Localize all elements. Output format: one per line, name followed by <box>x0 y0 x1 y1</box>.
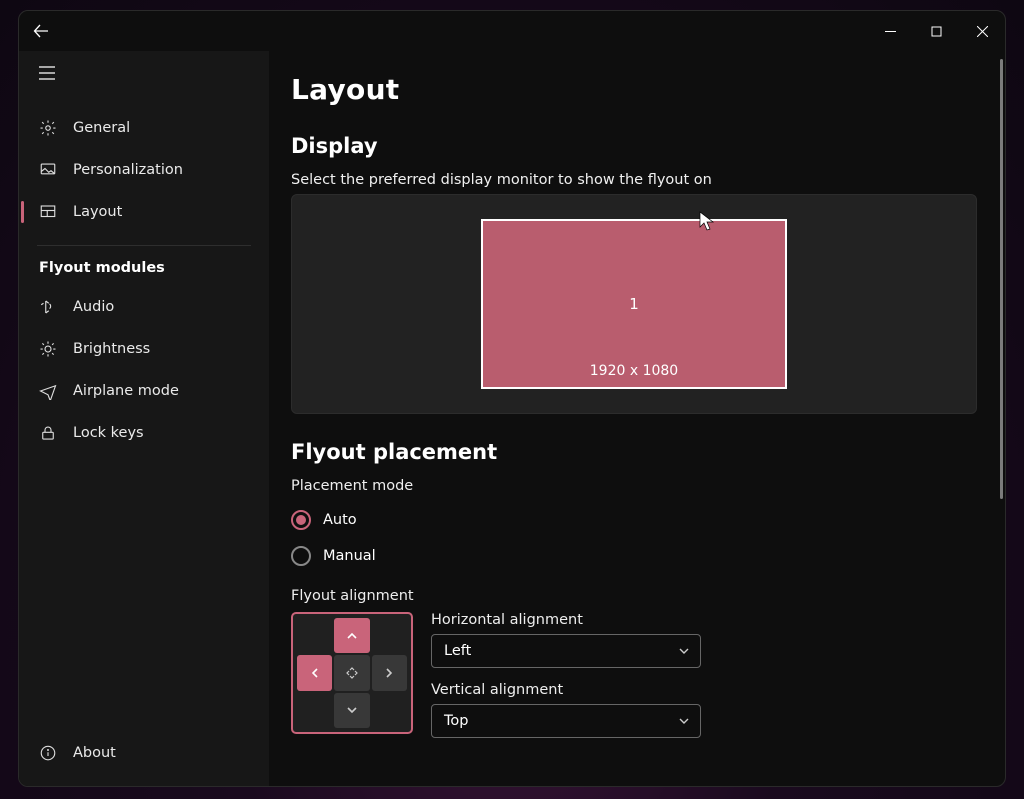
align-center-button[interactable] <box>334 655 369 690</box>
align-right-button[interactable] <box>372 655 407 690</box>
vertical-align-label: Vertical alignment <box>431 682 701 698</box>
radio-indicator <box>291 510 311 530</box>
align-up-button[interactable] <box>334 618 369 653</box>
sidebar-item-personalization[interactable]: Personalization <box>19 149 269 191</box>
align-down-button[interactable] <box>334 693 369 728</box>
scrollbar[interactable] <box>997 55 1003 782</box>
sidebar-item-audio[interactable]: Audio <box>19 286 269 328</box>
back-button[interactable] <box>33 23 49 39</box>
sidebar-item-general[interactable]: General <box>19 107 269 149</box>
info-icon <box>39 744 57 762</box>
radio-indicator <box>291 546 311 566</box>
monitor-tile[interactable]: 1 1920 x 1080 <box>481 219 787 389</box>
sidebar-item-label: Lock keys <box>73 425 144 441</box>
sidebar-item-about[interactable]: About <box>19 732 269 774</box>
horizontal-align-label: Horizontal alignment <box>431 612 701 628</box>
sidebar-item-label: Audio <box>73 299 114 315</box>
select-value: Left <box>444 643 471 659</box>
monitor-number: 1 <box>629 295 639 313</box>
vertical-align-select[interactable]: Top <box>431 704 701 738</box>
sidebar-item-lock-keys[interactable]: Lock keys <box>19 412 269 454</box>
display-section-title: Display <box>291 134 977 158</box>
personalization-icon <box>39 161 57 179</box>
display-preview-box: 1 1920 x 1080 <box>291 194 977 414</box>
alignment-pad <box>291 612 413 734</box>
audio-icon <box>39 298 57 316</box>
page-title: Layout <box>291 73 977 106</box>
close-button[interactable] <box>959 11 1005 51</box>
sidebar-item-label: Airplane mode <box>73 383 179 399</box>
gear-icon <box>39 119 57 137</box>
chevron-down-icon <box>678 715 690 727</box>
placement-mode-label: Placement mode <box>291 478 977 494</box>
minimize-button[interactable] <box>867 11 913 51</box>
placement-section-title: Flyout placement <box>291 440 977 464</box>
sidebar-item-label: Layout <box>73 204 122 220</box>
sidebar-item-label: Personalization <box>73 162 183 178</box>
sidebar-item-label: Brightness <box>73 341 150 357</box>
nav-toggle-button[interactable] <box>19 53 269 93</box>
scrollbar-thumb[interactable] <box>1000 59 1003 499</box>
airplane-icon <box>39 382 57 400</box>
app-window: General Personalization Layout Flyout mo… <box>18 10 1006 787</box>
sidebar-section-header: Flyout modules <box>19 260 269 286</box>
display-section-subtitle: Select the preferred display monitor to … <box>291 172 977 188</box>
maximize-button[interactable] <box>913 11 959 51</box>
align-left-button[interactable] <box>297 655 332 690</box>
sidebar-item-brightness[interactable]: Brightness <box>19 328 269 370</box>
horizontal-align-select[interactable]: Left <box>431 634 701 668</box>
sidebar: General Personalization Layout Flyout mo… <box>19 51 269 786</box>
flyout-alignment-label: Flyout alignment <box>291 588 977 604</box>
content-area: Layout Display Select the preferred disp… <box>269 51 1005 786</box>
radio-label: Auto <box>323 512 357 528</box>
radio-label: Manual <box>323 548 376 564</box>
radio-manual[interactable]: Manual <box>291 538 977 574</box>
sidebar-item-airplane-mode[interactable]: Airplane mode <box>19 370 269 412</box>
select-value: Top <box>444 713 468 729</box>
sidebar-item-label: General <box>73 120 130 136</box>
sidebar-item-layout[interactable]: Layout <box>19 191 269 233</box>
titlebar <box>19 11 1005 51</box>
lock-icon <box>39 424 57 442</box>
sidebar-item-label: About <box>73 745 116 761</box>
radio-auto[interactable]: Auto <box>291 502 977 538</box>
layout-icon <box>39 203 57 221</box>
chevron-down-icon <box>678 645 690 657</box>
brightness-icon <box>39 340 57 358</box>
monitor-resolution: 1920 x 1080 <box>483 363 785 379</box>
